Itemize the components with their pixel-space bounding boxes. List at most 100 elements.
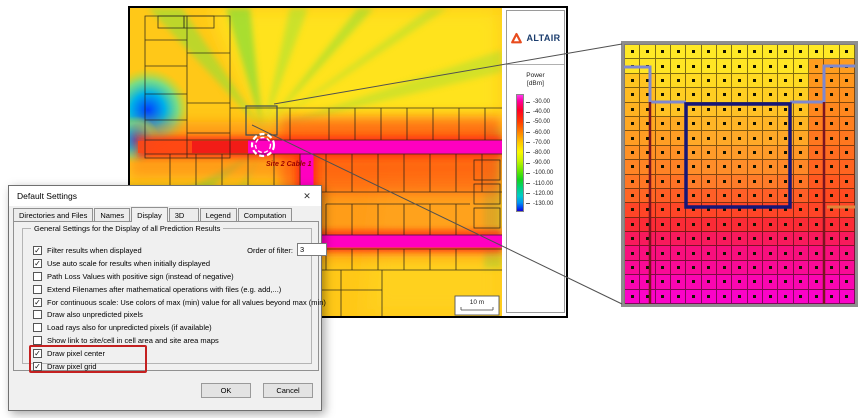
checkbox-checked[interactable]: ✓ xyxy=(33,349,42,358)
pixel-center-dot xyxy=(769,93,772,96)
pixel-center-dot xyxy=(815,237,818,240)
checkbox-checked[interactable]: ✓ xyxy=(33,362,42,371)
pixel-center-dot xyxy=(707,208,710,211)
pixel-center-dot xyxy=(753,137,756,140)
legend-unit-label: [dBm] xyxy=(507,80,564,88)
checkbox-label: Draw also unpredicted pixels xyxy=(47,310,143,319)
heat-pixel xyxy=(686,45,701,59)
heat-pixel xyxy=(809,103,824,117)
pixel-center-dot xyxy=(769,79,772,82)
pixel-center-dot xyxy=(784,79,787,82)
tab-directories-and-files[interactable]: Directories and Files xyxy=(13,208,93,221)
pixel-center-dot xyxy=(845,252,848,255)
pixel-center-dot xyxy=(784,295,787,298)
heat-pixel xyxy=(732,175,747,189)
tab-3d[interactable]: 3D xyxy=(169,208,199,221)
pixel-center-dot xyxy=(631,266,634,269)
cancel-button[interactable]: Cancel xyxy=(263,383,313,398)
pixel-center-dot xyxy=(631,194,634,197)
tick-dash xyxy=(526,173,530,174)
heat-pixel xyxy=(763,74,778,88)
heat-pixel xyxy=(656,275,671,289)
heat-pixel xyxy=(686,246,701,260)
pixel-center-dot xyxy=(769,223,772,226)
pixel-center-dot xyxy=(707,180,710,183)
pixel-center-dot xyxy=(815,50,818,53)
pixel-center-dot xyxy=(784,266,787,269)
heat-pixel xyxy=(671,131,686,145)
heat-pixel xyxy=(656,175,671,189)
heat-pixel xyxy=(640,45,655,59)
heat-pixel xyxy=(763,146,778,160)
pixel-center-dot xyxy=(723,137,726,140)
checkbox-checked[interactable]: ✓ xyxy=(33,259,42,268)
pixel-center-dot xyxy=(799,122,802,125)
pixel-center-dot xyxy=(677,237,680,240)
tick-dash xyxy=(526,122,530,123)
heat-pixel xyxy=(748,74,763,88)
pixel-center-dot xyxy=(815,93,818,96)
legend-gradient-bar xyxy=(516,94,524,212)
checkbox-unchecked[interactable] xyxy=(33,285,42,294)
pixel-center-dot xyxy=(769,237,772,240)
pixel-center-dot xyxy=(631,93,634,96)
legend-tick: -80.00 xyxy=(526,150,553,156)
checkbox-unchecked[interactable] xyxy=(33,336,42,345)
heat-pixel xyxy=(840,189,855,203)
heat-pixel xyxy=(640,103,655,117)
tab-display[interactable]: Display xyxy=(131,207,168,222)
pixel-center-dot xyxy=(830,93,833,96)
heat-pixel xyxy=(702,131,717,145)
pixel-center-dot xyxy=(738,208,741,211)
pixel-center-dot xyxy=(677,252,680,255)
heat-pixel xyxy=(840,117,855,131)
tab-legend[interactable]: Legend xyxy=(200,208,237,221)
pixel-center-dot xyxy=(707,266,710,269)
heat-pixel xyxy=(794,175,809,189)
pixel-center-dot xyxy=(845,194,848,197)
tick-label: -60.00 xyxy=(533,130,550,136)
pixel-center-dot xyxy=(646,252,649,255)
heat-pixel xyxy=(656,246,671,260)
pixel-center-dot xyxy=(769,194,772,197)
checkbox-unchecked[interactable] xyxy=(33,310,42,319)
pixel-center-dot xyxy=(631,280,634,283)
close-icon[interactable]: ✕ xyxy=(293,186,321,206)
heat-pixel xyxy=(763,88,778,102)
heat-pixel xyxy=(686,103,701,117)
heat-pixel xyxy=(717,275,732,289)
pixel-center-dot xyxy=(692,122,695,125)
checkbox-checked[interactable]: ✓ xyxy=(33,246,42,255)
checkbox-label: Show link to site/cell in cell area and … xyxy=(47,336,219,345)
pixel-center-dot xyxy=(784,50,787,53)
pixel-center-dot xyxy=(738,266,741,269)
pixel-center-dot xyxy=(738,165,741,168)
pixel-center-dot xyxy=(723,237,726,240)
heat-pixel xyxy=(778,290,793,304)
heat-pixel xyxy=(732,232,747,246)
pixel-center-dot xyxy=(661,295,664,298)
pixel-center-dot xyxy=(631,65,634,68)
heat-pixel xyxy=(625,203,640,217)
heat-pixel xyxy=(809,88,824,102)
pixel-center-dot xyxy=(646,223,649,226)
pixel-center-dot xyxy=(845,50,848,53)
checkbox-unchecked[interactable] xyxy=(33,272,42,281)
heat-pixel xyxy=(656,103,671,117)
heat-pixel xyxy=(778,59,793,73)
group-general-settings: General Settings for the Display of all … xyxy=(22,228,312,364)
ok-button[interactable]: OK xyxy=(201,383,251,398)
heat-pixel xyxy=(748,103,763,117)
tab-names[interactable]: Names xyxy=(94,208,130,221)
pixel-center-dot xyxy=(677,108,680,111)
order-of-filter-input[interactable] xyxy=(297,243,327,256)
heat-pixel xyxy=(625,45,640,59)
tick-dash xyxy=(526,112,530,113)
heat-pixel xyxy=(824,88,839,102)
checkbox-unchecked[interactable] xyxy=(33,323,42,332)
pixel-center-dot xyxy=(845,137,848,140)
legend-tick: -30.00 xyxy=(526,99,553,105)
pixel-center-dot xyxy=(845,151,848,154)
checkbox-checked[interactable]: ✓ xyxy=(33,298,42,307)
tab-computation[interactable]: Computation xyxy=(238,208,293,221)
